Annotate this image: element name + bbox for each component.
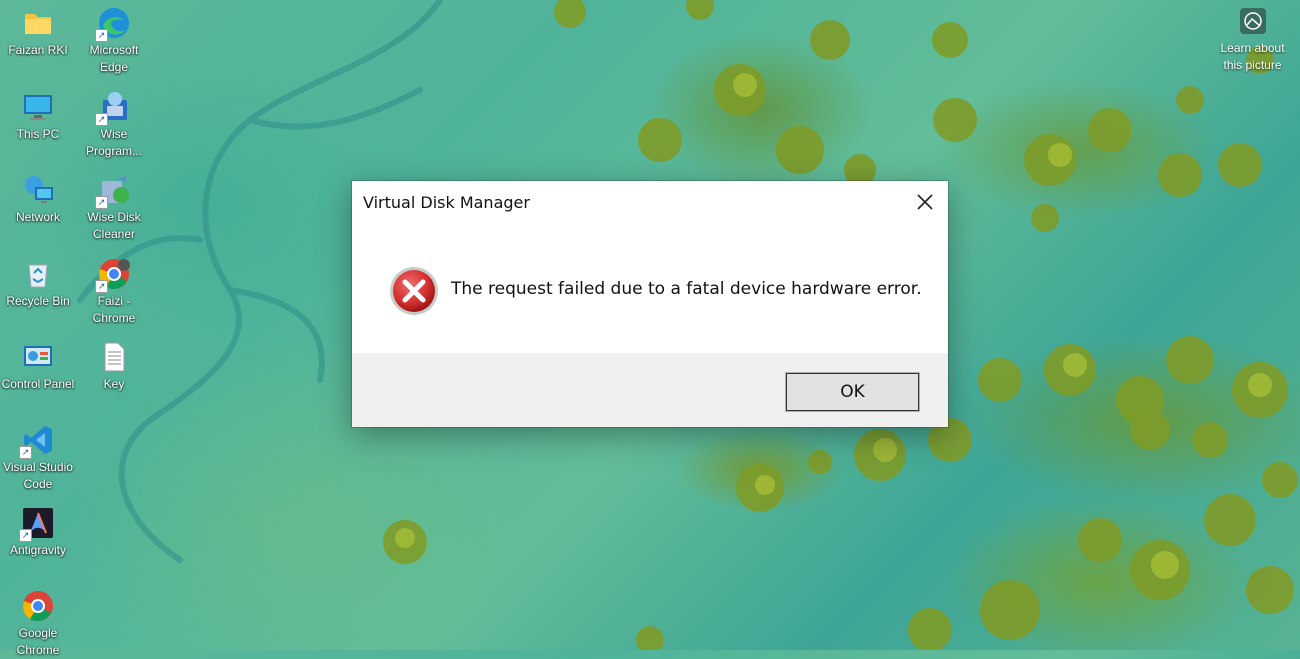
chrome-icon: ↗ [95, 257, 131, 293]
desktop-icon-label: Key [103, 377, 125, 391]
antigravity-icon: ↗ [19, 506, 55, 542]
desktop-icon-label: Wise Program... [85, 127, 142, 158]
monitor-icon [21, 90, 55, 124]
shortcut-arrow-icon: ↗ [95, 196, 108, 209]
edge-icon: ↗ [95, 6, 131, 42]
desktop-icon-key[interactable]: Key [77, 340, 151, 393]
control-panel-icon [21, 340, 55, 374]
camera-icon [1239, 8, 1266, 34]
desktop-icon-label: Google Chrome [16, 626, 60, 657]
close-icon [917, 194, 933, 210]
desktop-icon-vscode[interactable]: ↗ Visual Studio Code [1, 423, 75, 493]
desktop-icon-control-panel[interactable]: Control Panel [1, 340, 75, 393]
dialog-body: The request failed due to a fatal device… [352, 223, 948, 353]
desktop-icon-antigravity[interactable]: ↗ Antigravity [1, 506, 75, 559]
folder-icon [21, 6, 55, 40]
desktop-icon-microsoft-edge[interactable]: ↗ Microsoft Edge [77, 6, 151, 76]
desktop-icon-recycle-bin[interactable]: Recycle Bin [1, 257, 75, 310]
error-dialog: Virtual Disk Manager The request failed … [352, 181, 948, 427]
chrome-icon [21, 589, 55, 623]
desktop-icon-wise-program[interactable]: ↗ Wise Program... [77, 90, 151, 160]
desktop-icon-label: Microsoft Edge [89, 43, 139, 74]
shortcut-arrow-icon: ↗ [19, 446, 32, 459]
network-icon [21, 173, 55, 207]
desktop-icon-google-chrome[interactable]: Google Chrome [1, 589, 75, 659]
desktop-icon-network[interactable]: Network [1, 173, 75, 226]
shortcut-arrow-icon: ↗ [19, 529, 32, 542]
close-button[interactable] [902, 181, 948, 223]
desktop-icon-label: This PC [16, 127, 60, 141]
desktop-icon-faizi-chrome[interactable]: ↗ Faizi - Chrome [77, 257, 151, 327]
dialog-message: The request failed due to a fatal device… [451, 279, 922, 299]
shortcut-arrow-icon: ↗ [95, 29, 108, 42]
desktop-icon-label: Wise Disk Cleaner [87, 210, 141, 241]
desktop-icon-label: Recycle Bin [6, 294, 70, 308]
desktop-icon-label: Antigravity [9, 543, 67, 557]
desktop-icon-label: Faizi - Chrome [92, 294, 136, 325]
desktop-icon-faizan-rki[interactable]: Faizan RKI [1, 6, 75, 59]
dialog-footer: OK [352, 353, 948, 427]
wise-disk-cleaner-icon: ↗ [95, 173, 131, 209]
shortcut-arrow-icon: ↗ [95, 113, 108, 126]
error-icon [390, 267, 438, 315]
learn-about-picture-label: Learn about this picture [1220, 41, 1285, 72]
shortcut-arrow-icon: ↗ [95, 280, 108, 293]
text-file-icon [97, 340, 131, 374]
desktop-icon-wise-disk-cleaner[interactable]: ↗ Wise Disk Cleaner [77, 173, 151, 243]
dialog-title: Virtual Disk Manager [363, 193, 530, 212]
desktop-icon-label: Control Panel [1, 377, 75, 391]
recycle-bin-icon [21, 257, 55, 291]
desktop-icon-this-pc[interactable]: This PC [1, 90, 75, 143]
desktop-icon-label: Faizan RKI [8, 43, 68, 57]
ok-button[interactable]: OK [785, 372, 920, 412]
wise-program-icon: ↗ [95, 90, 131, 126]
learn-about-picture[interactable]: Learn about this picture [1210, 8, 1295, 74]
vscode-icon: ↗ [19, 423, 55, 459]
desktop-icon-label: Network [15, 210, 60, 224]
desktop-icon-label: Visual Studio Code [3, 460, 73, 491]
